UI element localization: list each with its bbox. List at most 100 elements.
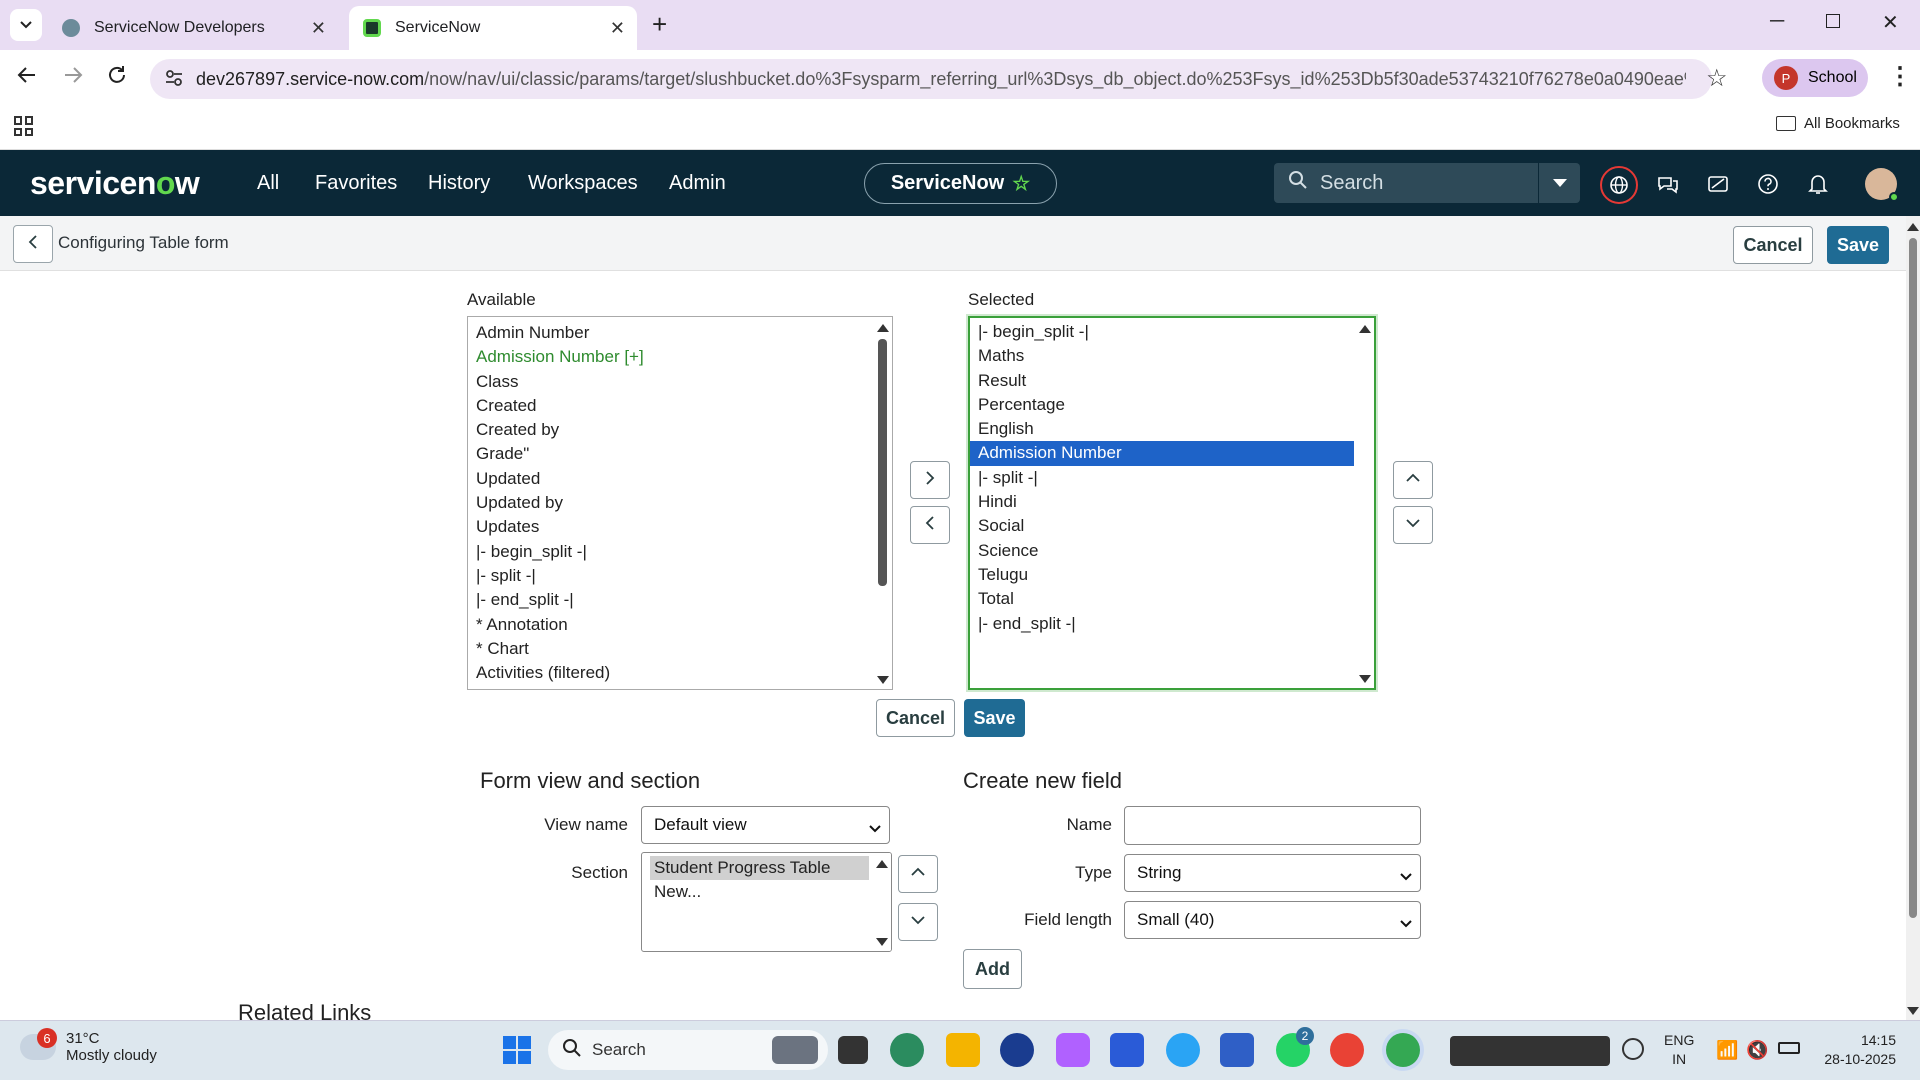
scroll-thumb[interactable] bbox=[878, 339, 887, 586]
file-explorer-icon[interactable] bbox=[946, 1033, 980, 1067]
site-info-icon[interactable] bbox=[164, 68, 184, 93]
nav-history[interactable]: History bbox=[428, 172, 490, 195]
tab-servicenow[interactable]: ServiceNow ✕ bbox=[349, 6, 637, 50]
header-save-button[interactable]: Save bbox=[1827, 226, 1889, 264]
scroll-up-arrow[interactable] bbox=[1359, 325, 1371, 333]
section-item[interactable]: Student Progress Table bbox=[650, 856, 869, 881]
available-item[interactable]: Created bbox=[468, 394, 892, 418]
available-item[interactable]: |- end_split -| bbox=[468, 588, 892, 612]
volume-mute-icon[interactable]: 🔇 bbox=[1746, 1040, 1768, 1061]
field-name-input[interactable] bbox=[1124, 806, 1421, 845]
scroll-up-arrow[interactable] bbox=[877, 324, 889, 332]
nav-admin[interactable]: Admin bbox=[669, 172, 726, 195]
selected-item[interactable]: |- split -| bbox=[970, 466, 1354, 490]
taskbar-search[interactable]: Search bbox=[548, 1030, 828, 1070]
browser-menu-icon[interactable]: ⋮ bbox=[1888, 62, 1912, 91]
meet-now-icon[interactable] bbox=[1622, 1038, 1644, 1060]
close-window-icon[interactable]: ✕ bbox=[1882, 10, 1899, 35]
selected-item[interactable]: Result bbox=[970, 369, 1354, 393]
section-scrollbar[interactable] bbox=[873, 853, 891, 951]
scroll-up-arrow[interactable] bbox=[876, 860, 888, 868]
selected-item[interactable]: |- begin_split -| bbox=[970, 320, 1354, 344]
available-item[interactable]: * Annotation bbox=[468, 613, 892, 637]
view-name-select[interactable]: Default view bbox=[641, 806, 890, 844]
selected-item[interactable]: Hindi bbox=[970, 490, 1354, 514]
back-button[interactable] bbox=[13, 225, 53, 263]
search-scope-dropdown[interactable] bbox=[1538, 163, 1580, 203]
add-field-button[interactable]: Add bbox=[963, 949, 1022, 989]
whatsapp-icon[interactable]: 2 bbox=[1276, 1027, 1314, 1067]
available-item[interactable]: Updates bbox=[468, 515, 892, 539]
move-up-button[interactable] bbox=[1393, 461, 1433, 499]
selected-item[interactable]: English bbox=[970, 417, 1354, 441]
slush-save-button[interactable]: Save bbox=[964, 699, 1025, 737]
notification-bell-icon[interactable] bbox=[1802, 168, 1834, 200]
profile-chip[interactable]: P School bbox=[1762, 59, 1868, 97]
copilot-icon[interactable] bbox=[1056, 1033, 1090, 1067]
system-tray-apps[interactable] bbox=[1450, 1036, 1610, 1066]
slush-cancel-button[interactable]: Cancel bbox=[876, 699, 955, 737]
close-icon[interactable]: ✕ bbox=[311, 18, 326, 39]
available-list[interactable]: Admin Number Admission Number [+] Class Cre… bbox=[467, 316, 893, 690]
clock[interactable]: 14:15 28-10-2025 bbox=[1814, 1031, 1896, 1069]
back-arrow-icon[interactable] bbox=[16, 64, 38, 91]
page-scrollbar[interactable] bbox=[1906, 216, 1920, 1020]
reload-icon[interactable] bbox=[106, 64, 128, 91]
selected-scrollbar[interactable] bbox=[1356, 318, 1374, 688]
impersonate-icon[interactable] bbox=[1702, 168, 1734, 200]
minimize-icon[interactable]: ─ bbox=[1770, 10, 1784, 33]
field-type-select[interactable]: String bbox=[1124, 854, 1421, 892]
available-item[interactable]: |- split -| bbox=[468, 564, 892, 588]
scroll-down-arrow[interactable] bbox=[876, 938, 888, 946]
selected-list[interactable]: |- begin_split -| Maths Result Percentage En… bbox=[968, 316, 1376, 690]
nav-all[interactable]: All bbox=[257, 172, 279, 195]
scroll-down-arrow[interactable] bbox=[1907, 1007, 1919, 1015]
selected-item[interactable]: Social bbox=[970, 514, 1354, 538]
scroll-thumb[interactable] bbox=[1909, 238, 1917, 918]
selected-item[interactable]: Science bbox=[970, 539, 1354, 563]
wifi-icon[interactable]: 📶 bbox=[1716, 1040, 1738, 1061]
section-item[interactable]: New... bbox=[650, 880, 869, 904]
forward-arrow-icon[interactable] bbox=[62, 64, 84, 91]
available-scrollbar[interactable] bbox=[874, 317, 892, 689]
selected-item[interactable]: Percentage bbox=[970, 393, 1354, 417]
battery-icon[interactable] bbox=[1778, 1042, 1800, 1054]
tab-servicenow-developers[interactable]: ServiceNow Developers ✕ bbox=[48, 6, 338, 50]
nav-favorites[interactable]: Favorites bbox=[315, 172, 397, 195]
header-cancel-button[interactable]: Cancel bbox=[1733, 226, 1813, 264]
move-down-button[interactable] bbox=[1393, 506, 1433, 544]
windows-start-icon[interactable] bbox=[503, 1036, 531, 1064]
selected-item[interactable]: Telugu bbox=[970, 563, 1354, 587]
chrome-active-icon[interactable] bbox=[1386, 1033, 1420, 1067]
store-icon[interactable] bbox=[1110, 1033, 1144, 1067]
chat-icon[interactable] bbox=[1652, 168, 1684, 200]
bookmark-star-icon[interactable]: ☆ bbox=[1706, 64, 1728, 93]
edge-icon[interactable] bbox=[890, 1033, 924, 1067]
language-indicator[interactable]: ENG IN bbox=[1664, 1031, 1694, 1069]
help-icon[interactable] bbox=[1752, 168, 1784, 200]
section-down-button[interactable] bbox=[898, 903, 938, 941]
available-item[interactable]: * Chart bbox=[468, 637, 892, 661]
apps-grid-icon[interactable] bbox=[14, 116, 34, 136]
available-item[interactable]: Activities (filtered) bbox=[468, 661, 892, 685]
servicenow-logo[interactable]: servicenow bbox=[30, 165, 200, 202]
onedrive-icon[interactable] bbox=[1166, 1033, 1200, 1067]
selected-item[interactable]: Maths bbox=[970, 344, 1354, 368]
new-tab-button[interactable]: + bbox=[652, 9, 667, 40]
section-up-button[interactable] bbox=[898, 855, 938, 893]
scroll-up-arrow[interactable] bbox=[1907, 223, 1919, 231]
task-view-icon[interactable] bbox=[838, 1036, 868, 1064]
user-avatar[interactable] bbox=[1865, 168, 1899, 202]
weather-widget[interactable]: 6 31°C Mostly cloudy bbox=[20, 1028, 157, 1064]
global-search-input[interactable]: Search bbox=[1274, 163, 1538, 203]
available-item[interactable]: Admin Number bbox=[468, 321, 892, 345]
selected-item[interactable]: Total bbox=[970, 587, 1354, 611]
available-item[interactable]: Grade" bbox=[468, 442, 892, 466]
available-item[interactable]: Class bbox=[468, 370, 892, 394]
selected-item[interactable]: Admission Number bbox=[970, 441, 1354, 466]
restore-icon[interactable] bbox=[1826, 14, 1840, 28]
section-list[interactable]: Student Progress Table New... bbox=[641, 852, 892, 952]
scroll-down-arrow[interactable] bbox=[1359, 675, 1371, 683]
globe-icon[interactable] bbox=[1600, 166, 1638, 204]
hp-icon[interactable] bbox=[1000, 1033, 1034, 1067]
